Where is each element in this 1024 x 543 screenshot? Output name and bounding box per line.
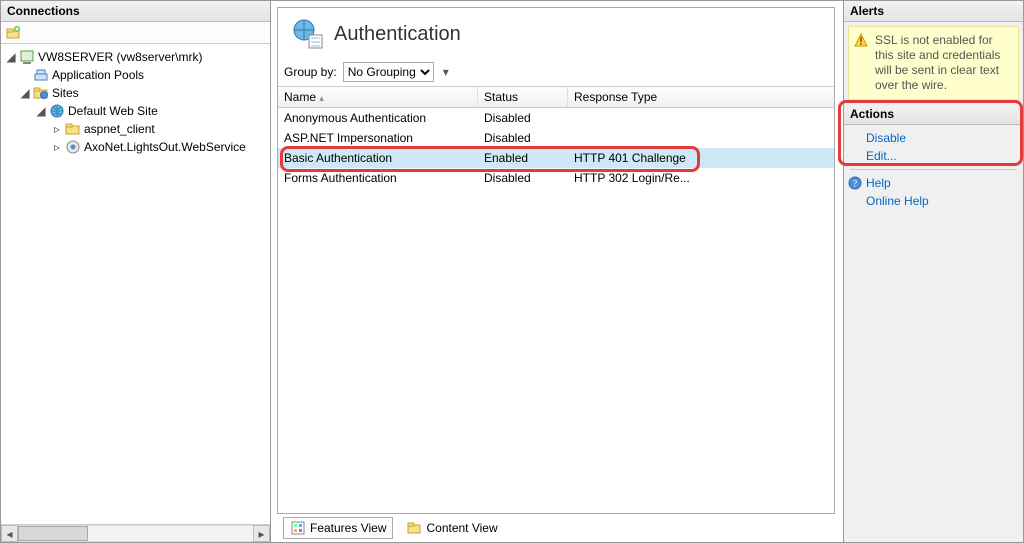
tree-default-web-site[interactable]: ◢ Default Web Site [3, 102, 268, 120]
sites-folder-icon [33, 85, 49, 101]
feature-heading: Authentication [334, 23, 461, 46]
cell-resp: HTTP 302 Login/Re... [568, 168, 834, 188]
action-disable[interactable]: Disable [844, 129, 1023, 147]
tree-label: Sites [52, 86, 79, 100]
tree-label: AxoNet.LightsOut.WebService [84, 140, 246, 154]
cell-name: Anonymous Authentication [278, 108, 478, 128]
action-label: Help [866, 176, 891, 190]
column-name[interactable]: Name ▴ [278, 87, 478, 107]
tree-label: Default Web Site [68, 104, 158, 118]
ssl-alert: SSL is not enabled for this site and cre… [848, 26, 1019, 100]
tree-app-pools[interactable]: Application Pools [3, 66, 268, 84]
tree-spacer [19, 69, 31, 81]
globe-icon [49, 103, 65, 119]
horizontal-scrollbar[interactable]: ◂ ▸ [1, 524, 270, 542]
content-view-icon [406, 520, 422, 536]
cell-resp: HTTP 401 Challenge [568, 148, 834, 168]
cell-status: Enabled [478, 148, 568, 168]
add-connection-icon[interactable] [5, 25, 21, 41]
bottom-tabs: Features View Content View [277, 517, 835, 539]
server-icon [19, 49, 35, 65]
center-panel: Authentication Group by: No Grouping ▾ N… [271, 1, 843, 542]
tree-server-node[interactable]: ◢ VW8SERVER (vw8server\mrk) [3, 48, 268, 66]
tree-axonet-service[interactable]: ▹ AxoNet.LightsOut.WebService [3, 138, 268, 156]
grid-row[interactable]: Forms Authentication Disabled HTTP 302 L… [278, 168, 834, 188]
cell-status: Disabled [478, 108, 568, 128]
connections-tree[interactable]: ◢ VW8SERVER (vw8server\mrk) Application … [1, 44, 270, 524]
tree-aspnet-client[interactable]: ▹ aspnet_client [3, 120, 268, 138]
tree-expander-icon[interactable]: ▹ [51, 123, 63, 135]
iis-manager-window: Connections ◢ VW8SERVER (vw8server\mrk) … [0, 0, 1024, 543]
action-edit[interactable]: Edit... [844, 147, 1023, 165]
tree-expander-icon[interactable]: ◢ [5, 51, 17, 63]
connections-panel: Connections ◢ VW8SERVER (vw8server\mrk) … [1, 1, 271, 542]
tree-expander-icon[interactable]: ◢ [35, 105, 47, 117]
tab-label: Content View [426, 521, 497, 535]
app-pools-icon [33, 67, 49, 83]
alert-text: SSL is not enabled for this site and cre… [875, 33, 1000, 92]
feature-pane: Authentication Group by: No Grouping ▾ N… [277, 7, 835, 514]
tree-label: aspnet_client [84, 122, 155, 136]
folder-icon [65, 121, 81, 137]
grid-header: Name ▴ Status Response Type [278, 86, 834, 108]
cell-name: Basic Authentication [278, 148, 478, 168]
cell-status: Disabled [478, 168, 568, 188]
connections-toolbar [1, 22, 270, 44]
tree-label: Application Pools [52, 68, 144, 82]
groupby-extra-dropdown-icon[interactable]: ▾ [440, 65, 452, 79]
scroll-left-arrow-icon[interactable]: ◂ [1, 525, 18, 542]
cell-name: Forms Authentication [278, 168, 478, 188]
actions-title: Actions [844, 104, 1023, 125]
groupby-select[interactable]: No Grouping [343, 62, 434, 82]
tree-label: VW8SERVER (vw8server\mrk) [38, 50, 202, 64]
groupby-bar: Group by: No Grouping ▾ [278, 58, 834, 86]
grid-row[interactable]: ASP.NET Impersonation Disabled [278, 128, 834, 148]
cell-status: Disabled [478, 128, 568, 148]
connections-title: Connections [1, 1, 270, 22]
svg-text:?: ? [853, 179, 858, 190]
tree-sites[interactable]: ◢ Sites [3, 84, 268, 102]
cell-resp [568, 115, 834, 121]
action-online-help[interactable]: Online Help [844, 192, 1023, 210]
right-panel: Alerts SSL is not enabled for this site … [843, 1, 1023, 542]
column-response-type[interactable]: Response Type [568, 87, 834, 107]
features-view-icon [290, 520, 306, 536]
authentication-icon [292, 18, 324, 50]
grid-body: Anonymous Authentication Disabled ASP.NE… [278, 108, 834, 513]
grid-row-selected[interactable]: Basic Authentication Enabled HTTP 401 Ch… [278, 148, 834, 168]
scroll-thumb[interactable] [18, 526, 88, 541]
tab-content-view[interactable]: Content View [399, 517, 504, 539]
warning-icon [854, 33, 868, 47]
scroll-track[interactable] [18, 525, 253, 542]
tab-label: Features View [310, 521, 386, 535]
groupby-label: Group by: [284, 65, 337, 79]
tree-expander-icon[interactable]: ▹ [51, 141, 63, 153]
help-icon: ? [848, 176, 862, 190]
separator [850, 169, 1017, 170]
scroll-right-arrow-icon[interactable]: ▸ [253, 525, 270, 542]
app-icon [65, 139, 81, 155]
sort-indicator-icon: ▴ [319, 93, 324, 103]
cell-name: ASP.NET Impersonation [278, 128, 478, 148]
feature-header: Authentication [278, 8, 834, 58]
column-status[interactable]: Status [478, 87, 568, 107]
actions-list: Disable Edit... ? Help Online Help [844, 125, 1023, 214]
action-help[interactable]: ? Help [844, 174, 1023, 192]
cell-resp [568, 135, 834, 141]
grid-row[interactable]: Anonymous Authentication Disabled [278, 108, 834, 128]
tab-features-view[interactable]: Features View [283, 517, 393, 539]
alerts-title: Alerts [844, 1, 1023, 22]
tree-expander-icon[interactable]: ◢ [19, 87, 31, 99]
